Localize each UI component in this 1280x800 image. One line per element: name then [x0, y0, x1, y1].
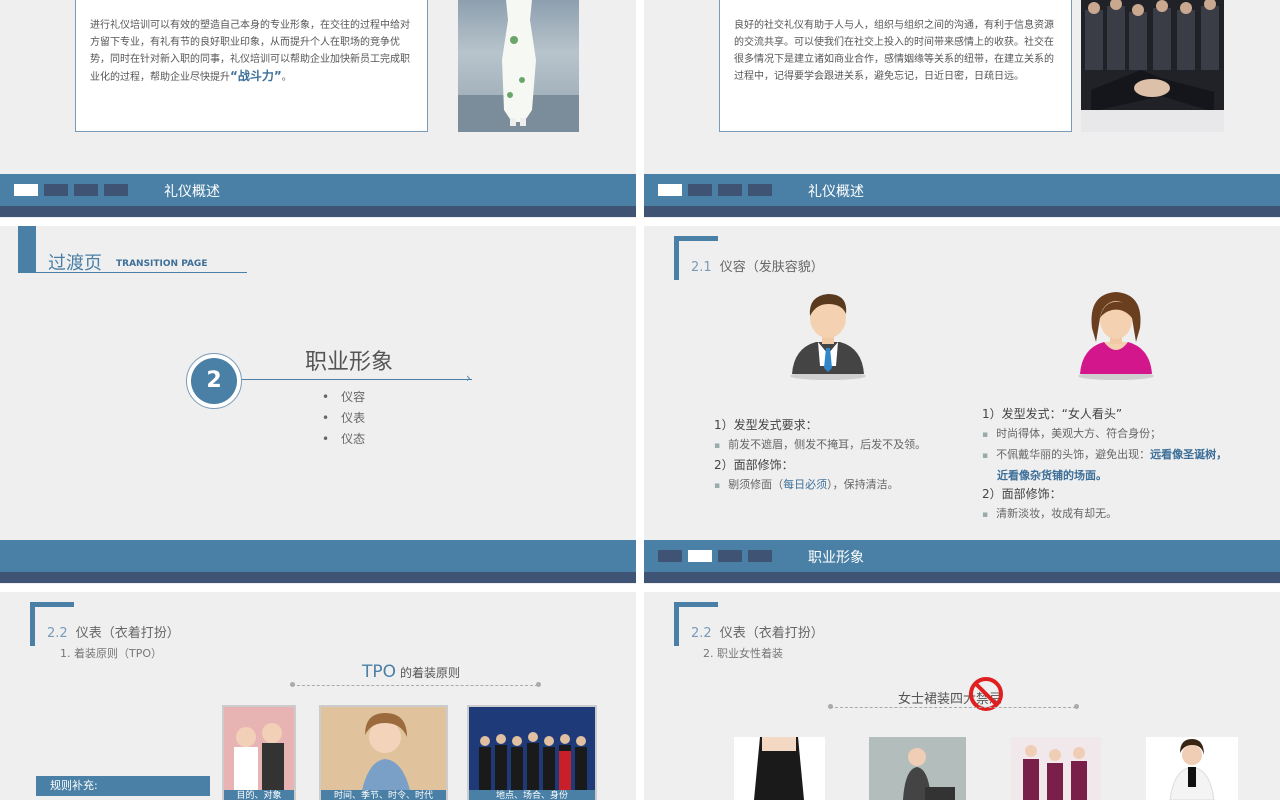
slide-transition-page[interactable]: 过渡页 TRANSITION PAGE 2 › 职业形象 • 仪容 • 仪表 • 仪态: [0, 226, 636, 584]
business-handshake-photo: [1081, 0, 1224, 132]
wedding-photo: [224, 707, 294, 800]
section-heading: 2.2 仪表（衣着打扮）: [691, 626, 824, 641]
underline-dot-icon: [828, 704, 833, 709]
header-accent-bar: [18, 226, 36, 273]
band-underline: [644, 572, 1280, 583]
nav-block-1[interactable]: [658, 184, 682, 196]
nav-block-1[interactable]: [658, 550, 682, 562]
nav-block-2[interactable]: [44, 184, 68, 196]
topic-item[interactable]: • 仪容: [322, 387, 365, 408]
section-number-circle: 2: [186, 353, 242, 409]
tpo-card-place[interactable]: 地点、场合、身份: [467, 705, 597, 800]
nav-block-4[interactable]: [104, 184, 128, 196]
section-band: 职业形象: [644, 540, 1280, 572]
slide-tpo-principle[interactable]: 2.2 仪表（衣着打扮） 1. 着装原则（TPO） TPO 的着装原则 规则补充: …: [0, 592, 636, 800]
section-band: 礼仪概述: [644, 174, 1280, 206]
band-title: 礼仪概述: [164, 184, 220, 200]
band-underline: [0, 206, 636, 217]
intro-text-box: 进行礼仪培训可以有效的塑造自己本身的专业形象，在交往的过程中给对方留下专业，有礼…: [75, 0, 428, 132]
underline-dot-icon: [536, 682, 541, 687]
attire-photo-skirt: [734, 737, 825, 800]
nav-block-4[interactable]: [748, 184, 772, 196]
band-underline: [0, 572, 636, 583]
female-avatar-icon: [1078, 292, 1154, 380]
nav-block-3[interactable]: [74, 184, 98, 196]
slide-women-attire[interactable]: 2.2 仪表（衣着打扮） 2. 职业女性着装 女士裙装四大禁忌: [644, 592, 1280, 800]
card-caption: 时间、季节、时令、时代: [321, 790, 446, 800]
rule-supplement-label: 规则补充:: [36, 776, 210, 796]
intro-highlight: “战斗力”: [230, 69, 282, 83]
slide-etiquette-overview-1[interactable]: 进行礼仪培训可以有效的塑造自己本身的专业形象，在交往的过程中给对方留下专业，有礼…: [0, 0, 636, 218]
handshake-image: [1081, 0, 1224, 132]
taboo-title-underline: [830, 707, 1076, 708]
slide-etiquette-overview-2[interactable]: 良好的社交礼仪有助于人与人，组织与组织之间的沟通，有利于信息资源的交流共享。可以…: [644, 0, 1280, 218]
qipao-figure-image: [458, 0, 579, 132]
topic-item[interactable]: • 仪态: [322, 429, 365, 450]
section-heading: 2.2 仪表（衣着打扮）: [47, 626, 180, 641]
nav-block-3[interactable]: [718, 550, 742, 562]
attire-photo-blouse: [1146, 737, 1238, 800]
transition-header: 过渡页: [48, 253, 102, 274]
attire-photo-group: [1011, 737, 1101, 800]
transition-header-en: TRANSITION PAGE: [116, 259, 208, 269]
nav-block-3[interactable]: [718, 184, 742, 196]
section-band: [0, 540, 636, 572]
arrow-line: [242, 379, 472, 380]
section-band: 礼仪概述: [0, 174, 636, 206]
social-text: 良好的社交礼仪有助于人与人，组织与组织之间的沟通，有利于信息资源的交流共享。可以…: [734, 20, 1054, 82]
nav-block-2[interactable]: [688, 184, 712, 196]
attire-photo-office: [869, 737, 966, 800]
group-meeting-photo: [469, 707, 595, 800]
card-caption: 目的、对象: [224, 790, 294, 800]
tpo-card-objective[interactable]: 目的、对象: [222, 705, 296, 800]
slide-grooming[interactable]: 2.1仪容（发肤容貌） 1）发型发式要求： 前发不遮眉，侧发不掩耳，后发不及领。…: [644, 226, 1280, 584]
underline-dot-icon: [1074, 704, 1079, 709]
section-heading: 2.1 仪容（发肤容貌）: [691, 260, 824, 275]
underline-dot-icon: [290, 682, 295, 687]
nav-block-2[interactable]: [688, 550, 712, 562]
qipao-woman-photo: [458, 0, 579, 132]
tpo-title: TPO 的着装原则: [362, 662, 461, 682]
tpo-title-underline: [292, 685, 538, 686]
topic-list: • 仪容 • 仪表 • 仪态: [322, 387, 365, 450]
social-text-box: 良好的社交礼仪有助于人与人，组织与组织之间的沟通，有利于信息资源的交流共享。可以…: [719, 0, 1072, 132]
male-grooming-list: 1）发型发式要求： 前发不遮眉，侧发不掩耳，后发不及领。 2）面部修饰： 剔须修…: [714, 416, 926, 496]
arrow-head-icon: ›: [466, 371, 471, 385]
nav-block-1[interactable]: [14, 184, 38, 196]
band-underline: [644, 206, 1280, 217]
male-avatar-icon: [790, 294, 866, 380]
band-title: 职业形象: [808, 550, 864, 566]
nav-block-4[interactable]: [748, 550, 772, 562]
topic-item[interactable]: • 仪表: [322, 408, 365, 429]
card-caption: 地点、场合、身份: [469, 790, 595, 800]
female-grooming-list: 1）发型发式：“女人看头” 时尚得体，美观大方、符合身份； 不佩戴华丽的头饰，避…: [982, 405, 1227, 525]
section-title: 职业形象: [305, 350, 394, 375]
section-number: 2: [191, 358, 237, 404]
girl-photo: [321, 707, 446, 800]
subsection-heading: 2. 职业女性着装: [703, 647, 783, 660]
band-title: 礼仪概述: [808, 184, 864, 200]
subsection-heading: 1. 着装原则（TPO）: [60, 647, 163, 660]
tpo-card-time[interactable]: 时间、季节、时令、时代: [319, 705, 448, 800]
